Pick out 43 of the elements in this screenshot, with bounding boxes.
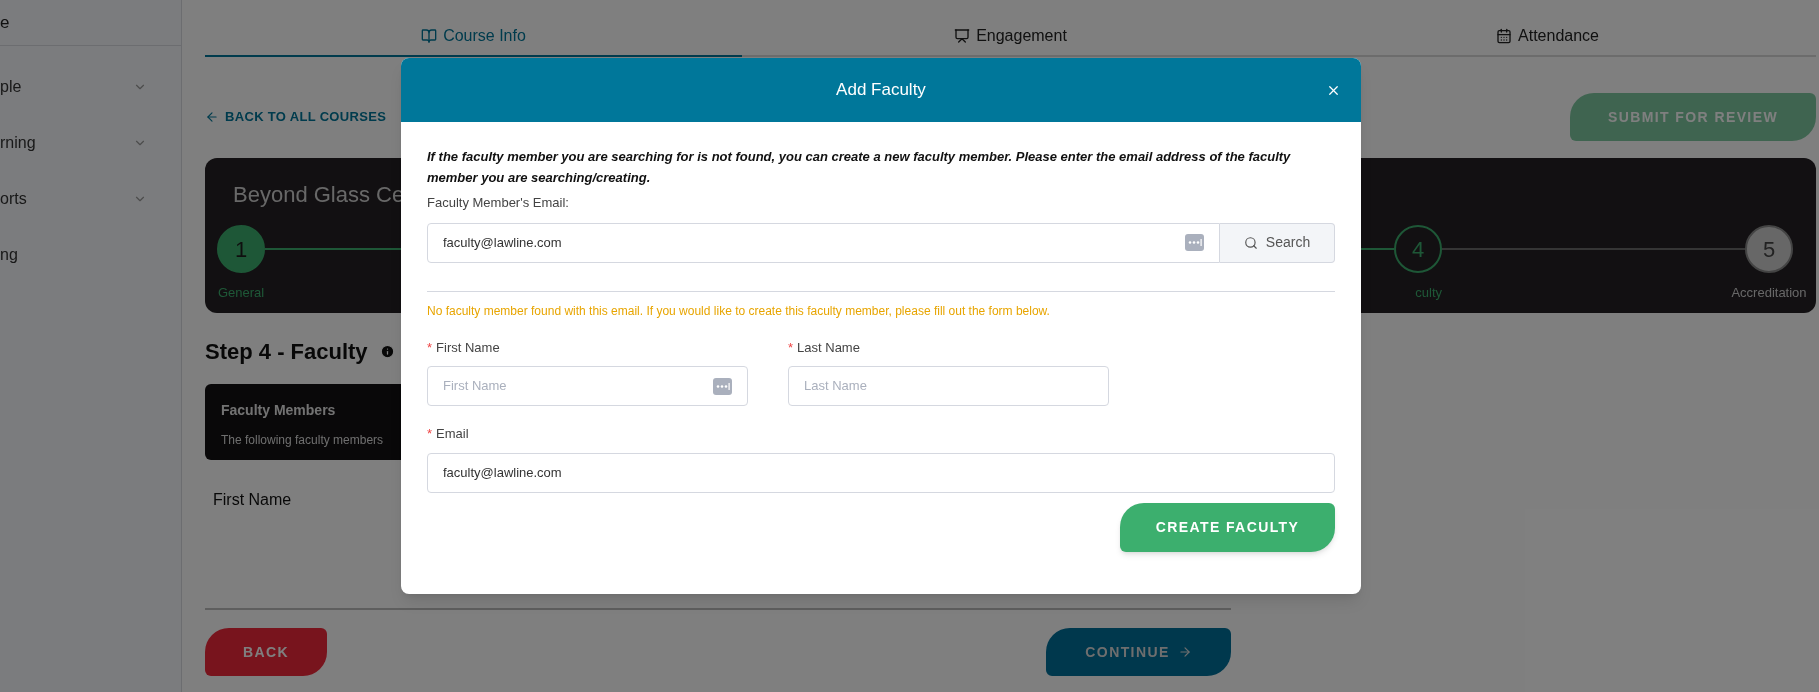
back-link[interactable]: BACK TO ALL COURSES <box>205 107 387 127</box>
email-field[interactable]: faculty@lawline.com <box>427 452 1335 493</box>
required-mark: * <box>427 338 433 357</box>
search-button[interactable]: Search <box>1220 222 1335 263</box>
card-text: The following faculty members <box>221 432 384 449</box>
name-field[interactable]: First Name <box>427 366 748 406</box>
column-header: First Name <box>212 490 293 510</box>
sidebar-item[interactable]: ng <box>0 244 181 266</box>
name-field[interactable]: Last Name <box>788 366 1109 406</box>
tab[interactable]: Attendance <box>1279 0 1816 57</box>
back-button[interactable]: BACK <box>205 628 327 676</box>
email-search-field[interactable]: faculty@lawline.com <box>427 222 1220 263</box>
field-label: First Name <box>436 338 500 357</box>
field-label: Email <box>436 425 469 443</box>
book-icon <box>421 27 438 44</box>
presentation-icon <box>954 27 971 44</box>
sidebar-item[interactable]: ple <box>0 76 181 98</box>
text-field[interactable]: Last Name <box>804 376 1093 396</box>
step-label: culty <box>1415 284 1442 302</box>
continue-button[interactable]: CONTINUE <box>1046 628 1231 676</box>
field-label: Last Name <box>797 338 860 357</box>
tab[interactable]: Engagement <box>742 0 1279 57</box>
sidebar-item[interactable]: orts <box>0 188 181 210</box>
intro-text: If the faculty member you are searching for is not found, you can create a new faculty member. Please enter the email address of the faculty member you are searching/creating. <box>427 148 1292 187</box>
field-label: Faculty Member's Email: <box>427 194 570 212</box>
step-label: General <box>217 284 265 302</box>
card-title: Faculty Members <box>221 401 336 420</box>
sidebar-title: e <box>0 11 10 34</box>
step-label: Accreditation <box>1731 284 1807 302</box>
info-icon[interactable] <box>379 344 395 359</box>
required-mark: * <box>427 425 433 443</box>
email-input[interactable]: faculty@lawline.com <box>443 232 1177 253</box>
calendar-icon <box>1496 27 1512 44</box>
warning-message: No faculty member found with this email. If you would like to create this faculty member, please fill out the form below. <box>427 302 1051 320</box>
sidebar-item[interactable]: rning <box>0 132 181 154</box>
text-field[interactable]: First Name <box>443 376 705 396</box>
arrow-left-icon <box>205 110 219 124</box>
step-heading: Step 4 - Faculty <box>205 338 368 366</box>
required-mark: * <box>788 338 794 357</box>
create-faculty-button[interactable]: CREATE FACULTY <box>1120 502 1335 552</box>
arrow-right-icon <box>1177 645 1192 659</box>
dialog-title: Add Faculty <box>836 79 926 102</box>
search-icon <box>1243 235 1258 250</box>
